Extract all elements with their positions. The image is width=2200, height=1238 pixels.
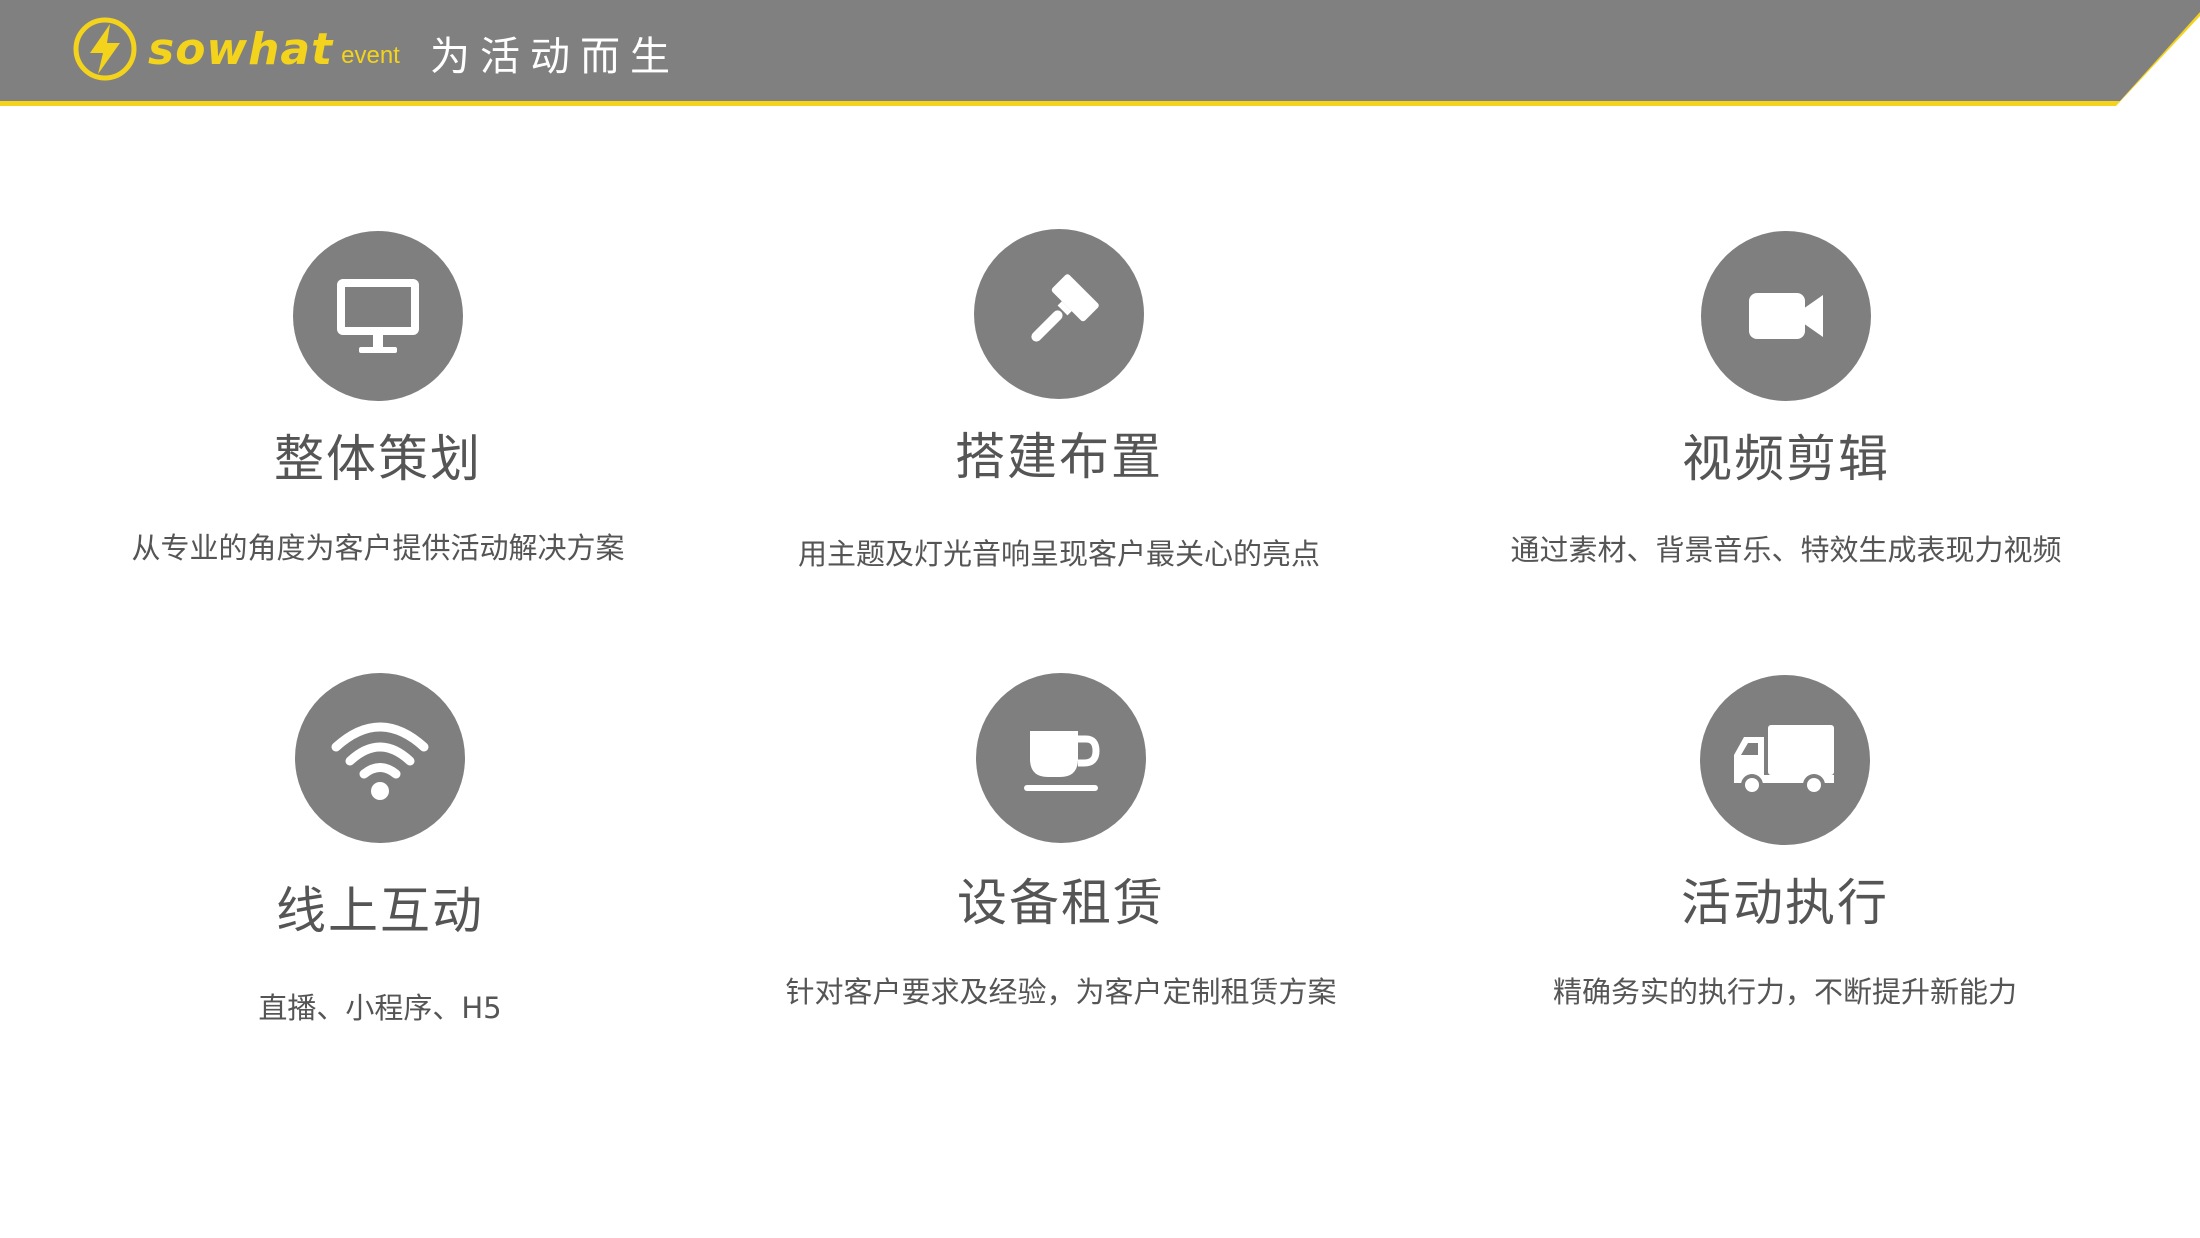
service-description: 精确务实的执行力，不断提升新能力	[1552, 975, 2017, 1009]
logo-suffix: event	[341, 42, 400, 69]
logo-wordmark: sowhat	[148, 23, 334, 75]
service-item-online: 线上互动 直播、小程序、H5	[30, 673, 730, 1027]
icon-circle	[1701, 231, 1871, 401]
icon-circle	[1700, 675, 1870, 845]
icon-circle	[976, 673, 1146, 843]
service-description: 用主题及灯光音响呈现客户最关心的亮点	[797, 537, 1320, 571]
service-title: 活动执行	[1681, 874, 1889, 932]
wifi-icon	[331, 722, 429, 800]
coffee-cup-icon	[1024, 731, 1100, 791]
slide: sowhat event 为活动而生 整体策划 从专业的角度为客户提供活动解决方…	[0, 0, 2200, 1238]
lightning-icon	[73, 17, 137, 81]
service-item-execution: 活动执行 精确务实的执行力，不断提升新能力	[1435, 675, 2135, 1011]
icon-circle	[295, 673, 465, 843]
service-title: 线上互动	[276, 882, 484, 940]
service-title: 视频剪辑	[1682, 430, 1890, 488]
service-description: 通过素材、背景音乐、特效生成表现力视频	[1510, 533, 2062, 567]
service-description: 从专业的角度为客户提供活动解决方案	[131, 531, 625, 565]
brand-logo: sowhat event	[72, 14, 400, 84]
icon-circle	[293, 231, 463, 401]
service-title: 整体策划	[274, 430, 482, 488]
service-description: 直播、小程序、H5	[258, 991, 502, 1025]
service-item-planning: 整体策划 从专业的角度为客户提供活动解决方案	[28, 231, 728, 567]
slogan: 为活动而生	[430, 34, 680, 80]
truck-icon	[1734, 725, 1834, 796]
service-title: 搭建布置	[955, 428, 1163, 486]
service-title: 设备租赁	[957, 874, 1165, 932]
gavel-icon	[1031, 274, 1099, 342]
header-bar: sowhat event 为活动而生	[0, 0, 2200, 112]
service-item-setup: 搭建布置 用主题及灯光音响呈现客户最关心的亮点	[709, 229, 1409, 573]
service-item-video: 视频剪辑 通过素材、背景音乐、特效生成表现力视频	[1436, 231, 2136, 569]
icon-circle	[974, 229, 1144, 399]
monitor-icon	[337, 279, 419, 353]
video-camera-icon	[1749, 293, 1823, 339]
service-description: 针对客户要求及经验，为客户定制租赁方案	[785, 975, 1337, 1009]
service-item-rental: 设备租赁 针对客户要求及经验，为客户定制租赁方案	[711, 673, 1411, 1011]
